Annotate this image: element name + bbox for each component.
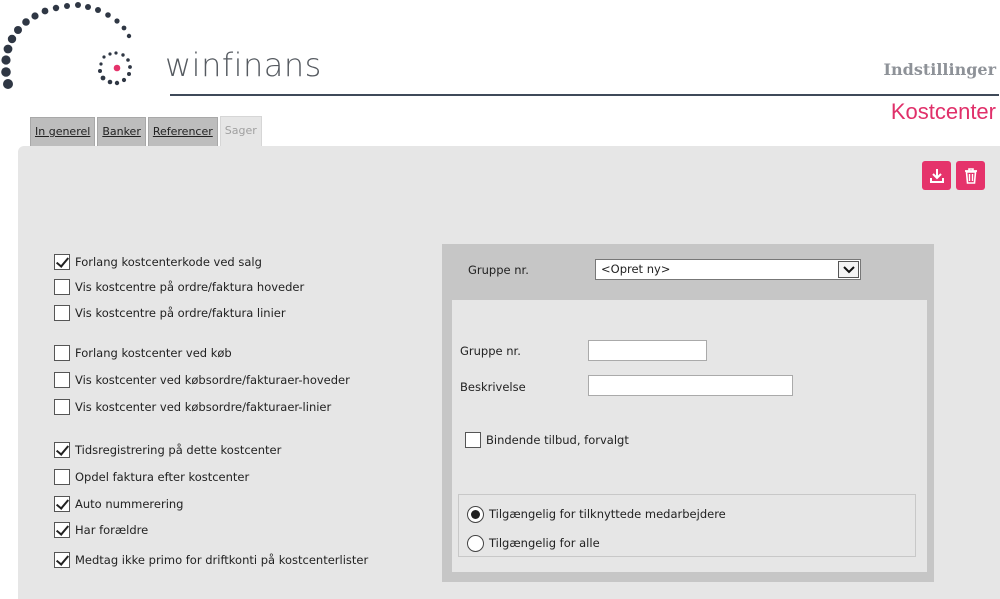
group-select-value: <Opret ny> xyxy=(601,262,671,276)
radio-label: Tilgængelig for tilknyttede medarbejdere xyxy=(489,507,726,521)
setting-auto-numbering[interactable]: Auto nummerering xyxy=(54,494,183,514)
logo-text: winfinans xyxy=(165,46,322,84)
group-number-label: Gruppe nr. xyxy=(460,344,521,358)
checkbox[interactable] xyxy=(54,305,70,321)
checkbox[interactable] xyxy=(54,552,70,568)
radio-assigned-employees[interactable]: Tilgængelig for tilknyttede medarbejdere xyxy=(467,504,726,524)
checkbox[interactable] xyxy=(54,254,70,270)
group-select[interactable]: <Opret ny> xyxy=(595,259,861,280)
setting-label: Har forældre xyxy=(75,523,149,537)
setting-label: Vis kostcentre på ordre/faktura hoveder xyxy=(75,280,305,294)
group-select-label: Gruppe nr. xyxy=(468,263,529,277)
setting-label: Forlang kostcenterkode ved salg xyxy=(75,255,262,269)
checkbox[interactable] xyxy=(54,469,70,485)
setting-has-parents[interactable]: Har forældre xyxy=(54,520,148,540)
logo-dots-icon xyxy=(1,2,132,89)
radio-button[interactable] xyxy=(467,505,484,523)
description-input[interactable] xyxy=(588,375,793,396)
checkbox[interactable] xyxy=(465,432,481,448)
setting-show-on-purchase-lines[interactable]: Vis kostcenter ved købsordre/fakturaer-l… xyxy=(54,397,331,417)
chevron-down-icon[interactable] xyxy=(838,261,859,278)
checkbox[interactable] xyxy=(54,522,70,538)
binding-offer-label: Bindende tilbud, forvalgt xyxy=(486,433,629,447)
radio-available-for-all[interactable]: Tilgængelig for alle xyxy=(467,533,600,553)
radio-label: Tilgængelig for alle xyxy=(489,536,600,550)
setting-show-on-order-lines[interactable]: Vis kostcentre på ordre/faktura linier xyxy=(54,303,286,323)
setting-time-registration[interactable]: Tidsregistrering på dette kostcenter xyxy=(54,440,281,460)
winfinans-logo: winfinans xyxy=(0,0,420,100)
setting-label: Auto nummerering xyxy=(75,497,184,511)
setting-label: Forlang kostcenter ved køb xyxy=(75,346,232,360)
trash-icon xyxy=(964,167,977,184)
checkbox[interactable] xyxy=(54,442,70,458)
setting-show-on-order-headers[interactable]: Vis kostcentre på ordre/faktura hoveder xyxy=(54,277,304,297)
checkbox[interactable] xyxy=(54,279,70,295)
page-title: Kostcenter xyxy=(890,99,996,124)
setting-require-cost-center-purchase[interactable]: Forlang kostcenter ved køb xyxy=(54,343,232,363)
save-button[interactable] xyxy=(922,161,951,190)
description-label: Beskrivelse xyxy=(460,380,526,394)
checkbox[interactable] xyxy=(54,399,70,415)
tab-sager[interactable]: Sager xyxy=(219,116,262,146)
header-divider xyxy=(170,94,999,96)
setting-label: Opdel faktura efter kostcenter xyxy=(75,470,250,484)
setting-label: Tidsregistrering på dette kostcenter xyxy=(75,443,282,457)
radio-button[interactable] xyxy=(467,534,484,552)
setting-label: Vis kostcentre på ordre/faktura linier xyxy=(75,306,286,320)
setting-label: Vis kostcenter ved købsordre/fakturaer-h… xyxy=(75,373,350,387)
setting-show-on-purchase-headers[interactable]: Vis kostcenter ved købsordre/fakturaer-h… xyxy=(54,370,350,390)
tab-in-generel[interactable]: In generel xyxy=(30,117,96,146)
section-title: Indstillinger xyxy=(883,60,996,79)
setting-require-cost-center-sales[interactable]: Forlang kostcenterkode ved salg xyxy=(54,252,262,272)
binding-offer-option[interactable]: Bindende tilbud, forvalgt xyxy=(465,430,629,450)
checkbox[interactable] xyxy=(54,345,70,361)
setting-exclude-primo[interactable]: Medtag ikke primo for driftkonti på kost… xyxy=(54,550,368,570)
tab-bar: In generel Banker Referencer Sager xyxy=(30,116,264,146)
tab-referencer[interactable]: Referencer xyxy=(147,117,218,146)
download-icon xyxy=(929,168,944,183)
delete-button[interactable] xyxy=(956,161,985,190)
group-number-input[interactable] xyxy=(588,340,707,361)
setting-label: Medtag ikke primo for driftkonti på kost… xyxy=(75,553,369,567)
setting-label: Vis kostcenter ved købsordre/fakturaer-l… xyxy=(75,400,332,414)
checkbox[interactable] xyxy=(54,372,70,388)
checkbox[interactable] xyxy=(54,496,70,512)
tab-banker[interactable]: Banker xyxy=(97,117,146,146)
setting-split-invoice[interactable]: Opdel faktura efter kostcenter xyxy=(54,467,249,487)
